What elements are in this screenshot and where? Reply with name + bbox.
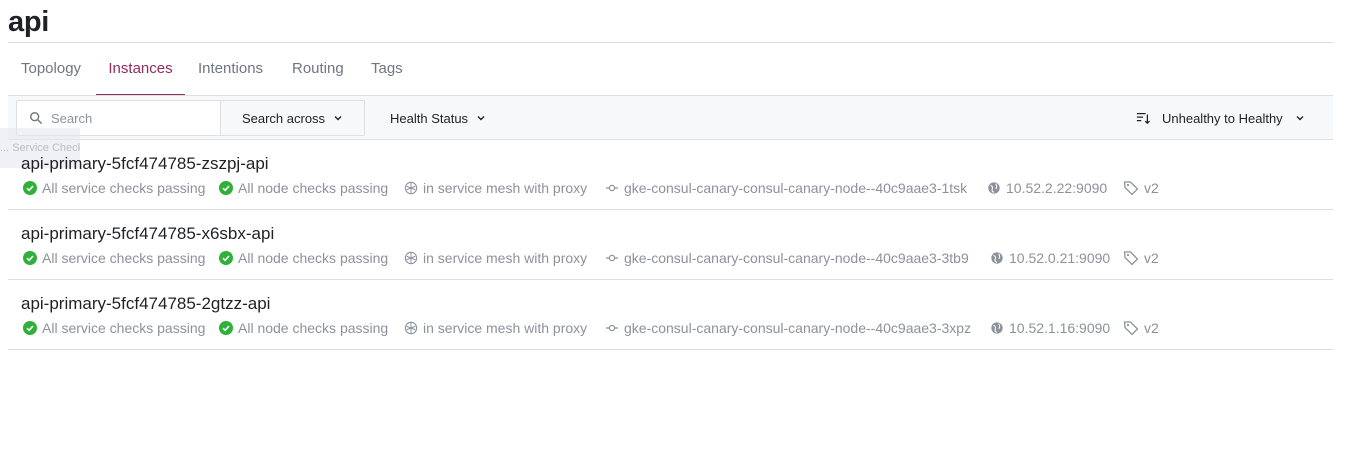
service-checks-text: All service checks passing bbox=[42, 180, 206, 196]
list-item[interactable]: api-primary-5fcf474785-x6sbx-api All ser… bbox=[8, 210, 1333, 280]
mesh-status: in service mesh with proxy bbox=[404, 320, 587, 336]
service-checks-status: All service checks passing bbox=[23, 180, 205, 196]
tab-bar: Topology Instances Intentions Routing Ta… bbox=[8, 43, 1333, 96]
node-text: gke-consul-canary-consul-canary-node--40… bbox=[624, 320, 972, 336]
tag-icon bbox=[1123, 251, 1139, 266]
node-checks-status: All node checks passing bbox=[219, 320, 388, 336]
tags: v2 bbox=[1123, 180, 1159, 196]
mesh-text: in service mesh with proxy bbox=[423, 180, 588, 196]
mesh-icon bbox=[404, 181, 418, 195]
address-text: 10.52.2.22:9090 bbox=[1006, 180, 1108, 196]
instance-name[interactable]: api-primary-5fcf474785-2gtzz-api bbox=[21, 294, 270, 314]
tab-instances[interactable]: Instances bbox=[96, 43, 185, 96]
node-link[interactable]: gke-consul-canary-consul-canary-node--40… bbox=[605, 180, 967, 196]
instance-name[interactable]: api-primary-5fcf474785-x6sbx-api bbox=[21, 224, 274, 244]
service-checks-status: All service checks passing bbox=[23, 320, 205, 336]
search-across-label: Search across bbox=[241, 110, 326, 126]
search-across-dropdown[interactable]: Search across bbox=[220, 100, 365, 136]
address: 10.52.2.22:9090 bbox=[987, 180, 1107, 196]
mesh-status: in service mesh with proxy bbox=[404, 180, 587, 196]
tag-icon bbox=[1123, 321, 1139, 336]
instances-toolbar: Search across Health Status Unhealthy to… bbox=[8, 95, 1333, 140]
mesh-icon bbox=[404, 321, 418, 335]
page-title: api bbox=[8, 6, 49, 38]
check-circle-icon bbox=[219, 251, 233, 265]
chevron-down-icon bbox=[477, 116, 485, 121]
check-circle-icon bbox=[219, 181, 233, 195]
sort-icon bbox=[1136, 113, 1150, 125]
node-checks-text: All node checks passing bbox=[238, 250, 389, 266]
globe-icon bbox=[991, 252, 1003, 264]
node-icon bbox=[605, 184, 619, 192]
node-text: gke-consul-canary-consul-canary-node--40… bbox=[624, 180, 968, 196]
instance-list: api-primary-5fcf474785-zszpj-api All ser… bbox=[8, 140, 1333, 350]
node-checks-text: All node checks passing bbox=[238, 180, 389, 196]
tab-routing[interactable]: Routing bbox=[292, 43, 344, 95]
list-item[interactable]: api-primary-5fcf474785-zszpj-api All ser… bbox=[8, 140, 1333, 210]
check-circle-icon bbox=[23, 321, 37, 335]
globe-icon bbox=[988, 182, 1000, 194]
address: 10.52.0.21:9090 bbox=[990, 250, 1110, 266]
chevron-down-icon bbox=[334, 116, 342, 121]
tab-topology[interactable]: Topology bbox=[21, 43, 81, 95]
globe-icon bbox=[991, 322, 1003, 334]
address-text: 10.52.0.21:9090 bbox=[1009, 250, 1111, 266]
tag-icon bbox=[1123, 181, 1139, 196]
search-icon bbox=[30, 112, 42, 124]
address-text: 10.52.1.16:9090 bbox=[1009, 320, 1111, 336]
instance-name[interactable]: api-primary-5fcf474785-zszpj-api bbox=[21, 154, 269, 174]
chevron-down-icon bbox=[1296, 116, 1304, 121]
mesh-text: in service mesh with proxy bbox=[423, 250, 588, 266]
tags-text: v2 bbox=[1144, 180, 1159, 196]
tags-text: v2 bbox=[1144, 250, 1159, 266]
tags: v2 bbox=[1123, 250, 1159, 266]
tags: v2 bbox=[1123, 320, 1159, 336]
mesh-icon bbox=[404, 251, 418, 265]
sort-dropdown[interactable]: Unhealthy to Healthy bbox=[1136, 100, 1305, 136]
check-circle-icon bbox=[23, 251, 37, 265]
address: 10.52.1.16:9090 bbox=[990, 320, 1110, 336]
node-icon bbox=[605, 254, 619, 262]
node-link[interactable]: gke-consul-canary-consul-canary-node--40… bbox=[605, 250, 969, 266]
tab-tags[interactable]: Tags bbox=[371, 43, 403, 95]
node-icon bbox=[605, 324, 619, 332]
list-item[interactable]: api-primary-5fcf474785-2gtzz-api All ser… bbox=[8, 280, 1333, 350]
service-checks-text: All service checks passing bbox=[42, 250, 206, 266]
mesh-status: in service mesh with proxy bbox=[404, 250, 587, 266]
node-link[interactable]: gke-consul-canary-consul-canary-node--40… bbox=[605, 320, 971, 336]
check-circle-icon bbox=[219, 321, 233, 335]
node-checks-status: All node checks passing bbox=[219, 250, 388, 266]
node-checks-status: All node checks passing bbox=[219, 180, 388, 196]
check-circle-icon bbox=[23, 181, 37, 195]
node-text: gke-consul-canary-consul-canary-node--40… bbox=[624, 250, 969, 266]
tab-intentions[interactable]: Intentions bbox=[198, 43, 263, 95]
node-checks-text: All node checks passing bbox=[238, 320, 389, 336]
tags-text: v2 bbox=[1144, 320, 1159, 336]
sort-label: Unhealthy to Healthy bbox=[1162, 110, 1283, 126]
service-checks-status: All service checks passing bbox=[23, 250, 205, 266]
health-status-dropdown[interactable]: Health Status bbox=[390, 100, 486, 136]
service-checks-text: All service checks passing bbox=[42, 320, 206, 336]
mesh-text: in service mesh with proxy bbox=[423, 320, 588, 336]
health-status-label: Health Status bbox=[390, 110, 469, 126]
